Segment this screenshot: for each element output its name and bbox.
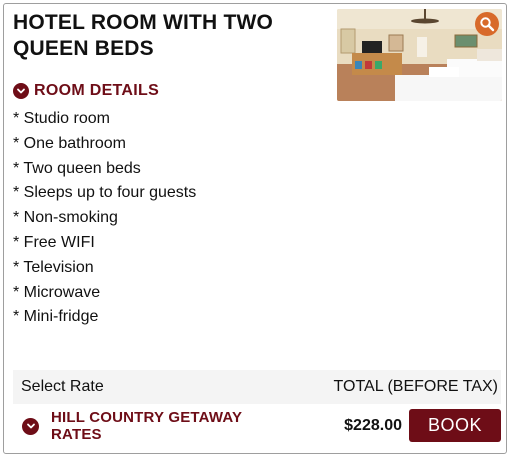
- zoom-icon[interactable]: [475, 12, 499, 36]
- feature-item: * Studio room: [13, 110, 110, 127]
- magnifier-glyph: [480, 17, 495, 32]
- room-card: HOTEL ROOM WITH TWO QUEEN BEDS ROOM DETA…: [3, 3, 507, 454]
- book-button[interactable]: BOOK: [409, 409, 501, 442]
- feature-item: * Sleeps up to four guests: [13, 184, 197, 202]
- feature-item: * One bathroom: [13, 134, 126, 152]
- chevron-down-icon[interactable]: [22, 417, 39, 435]
- room-features-list: * Studio room * One bathroom * Two queen…: [13, 107, 196, 330]
- room-photo[interactable]: [337, 9, 502, 101]
- rate-price: $228.00: [344, 417, 402, 434]
- feature-item: * Free WIFI: [13, 233, 95, 251]
- room-details-toggle[interactable]: ROOM DETAILS: [13, 82, 159, 100]
- feature-item: * Non-smoking: [13, 209, 118, 227]
- total-label: TOTAL (BEFORE TAX): [333, 378, 498, 395]
- select-rate-label: Select Rate: [21, 378, 104, 395]
- chevron-down-icon: [13, 83, 29, 99]
- feature-item: * Television: [13, 258, 94, 276]
- feature-item: * Microwave: [13, 283, 101, 301]
- feature-item: * Two queen beds: [13, 159, 141, 177]
- room-title: HOTEL ROOM WITH TWO QUEEN BEDS: [13, 11, 274, 60]
- rate-header: Select Rate TOTAL (BEFORE TAX): [13, 370, 501, 404]
- rate-row: HILL COUNTRY GETAWAY RATES $228.00 BOOK: [13, 408, 501, 444]
- feature-item: * Mini-fridge: [13, 308, 99, 326]
- room-details-label: ROOM DETAILS: [34, 82, 160, 99]
- rate-name[interactable]: HILL COUNTRY GETAWAY RATES: [51, 409, 291, 443]
